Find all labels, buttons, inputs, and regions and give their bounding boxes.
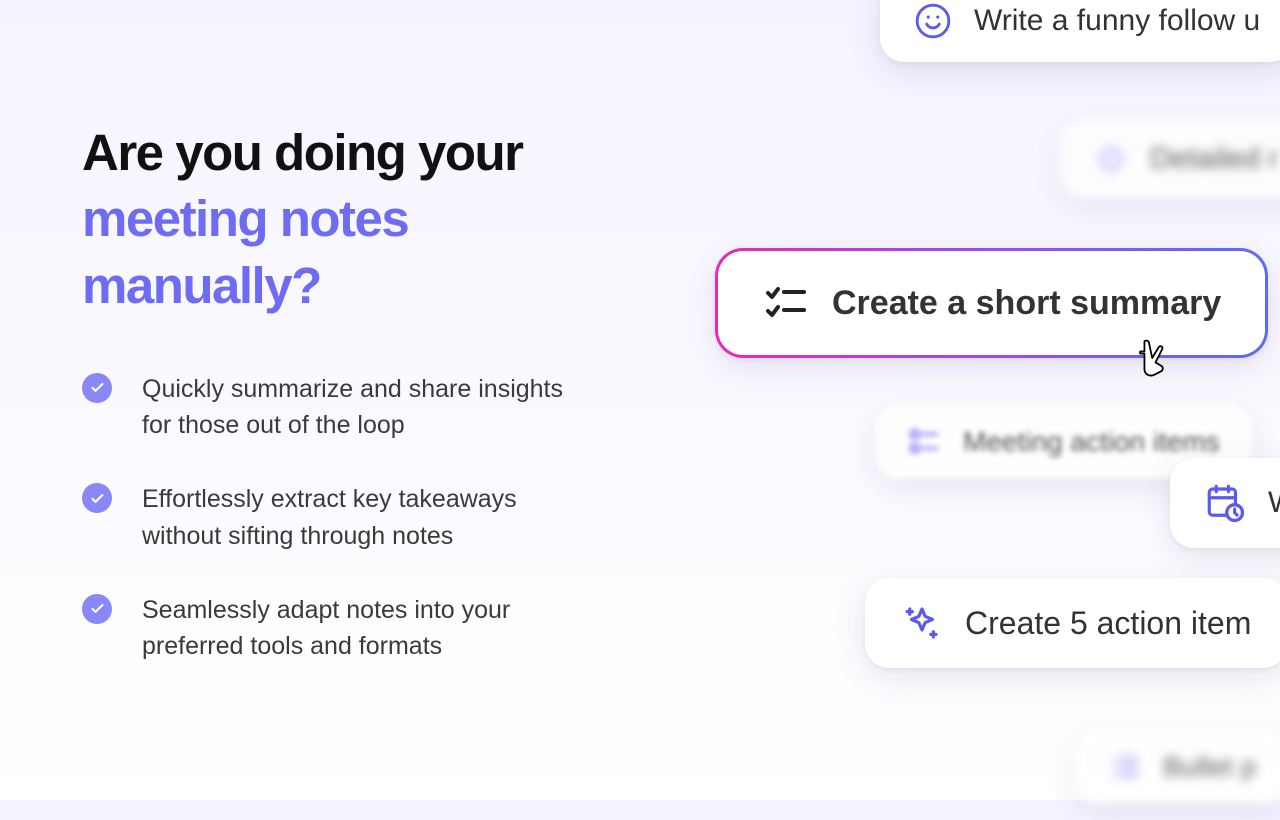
chip-label: Write a funny follow u	[974, 4, 1260, 38]
feature-bullet: Seamlessly adapt notes into your preferr…	[82, 592, 622, 665]
check-icon	[82, 483, 112, 513]
feature-bullet-text: Quickly summarize and share insights for…	[142, 371, 582, 444]
sparkle-plus-icon	[901, 602, 943, 644]
chip-calendar[interactable]: W	[1170, 458, 1280, 548]
calendar-clock-icon	[1204, 482, 1246, 524]
chip-label: Create a short summary	[832, 284, 1221, 323]
chip-label: Bullet p	[1163, 751, 1256, 783]
chip-label: Detailed r	[1150, 142, 1278, 176]
feature-bullet-text: Seamlessly adapt notes into your preferr…	[142, 592, 582, 665]
feature-bullet: Effortlessly extract key takeaways witho…	[82, 481, 622, 554]
list-icon	[1107, 750, 1141, 784]
feature-bullet: Quickly summarize and share insights for…	[82, 371, 622, 444]
hero-heading: Are you doing your meeting notes manuall…	[82, 120, 622, 319]
smile-icon	[914, 2, 952, 40]
hero-heading-line1: Are you doing your	[82, 124, 523, 181]
check-icon	[82, 594, 112, 624]
grid-list-icon	[907, 425, 941, 459]
chip-label: W	[1268, 486, 1280, 520]
chip-detailed[interactable]: Detailed r	[1060, 120, 1280, 198]
sparkle-icon	[1094, 142, 1128, 176]
prompt-chip-cloud: Write a funny follow u Detailed r Create…	[680, 0, 1280, 820]
chip-short-summary[interactable]: Create a short summary	[715, 248, 1268, 358]
check-icon	[82, 373, 112, 403]
chip-label: Create 5 action item	[965, 605, 1251, 642]
feature-bullets: Quickly summarize and share insights for…	[82, 371, 622, 665]
hero-heading-accent: meeting notes manually?	[82, 190, 408, 313]
feature-bullet-text: Effortlessly extract key takeaways witho…	[142, 481, 582, 554]
chip-funny-follow[interactable]: Write a funny follow u	[880, 0, 1280, 62]
checklist-icon	[762, 279, 810, 327]
chip-label: Meeting action items	[963, 426, 1220, 458]
chip-bullet-points[interactable]: Bullet p	[1075, 730, 1280, 804]
chip-five-action[interactable]: Create 5 action item	[865, 578, 1280, 668]
hero-left-column: Are you doing your meeting notes manuall…	[82, 120, 622, 664]
pointer-cursor-icon	[1132, 338, 1168, 378]
